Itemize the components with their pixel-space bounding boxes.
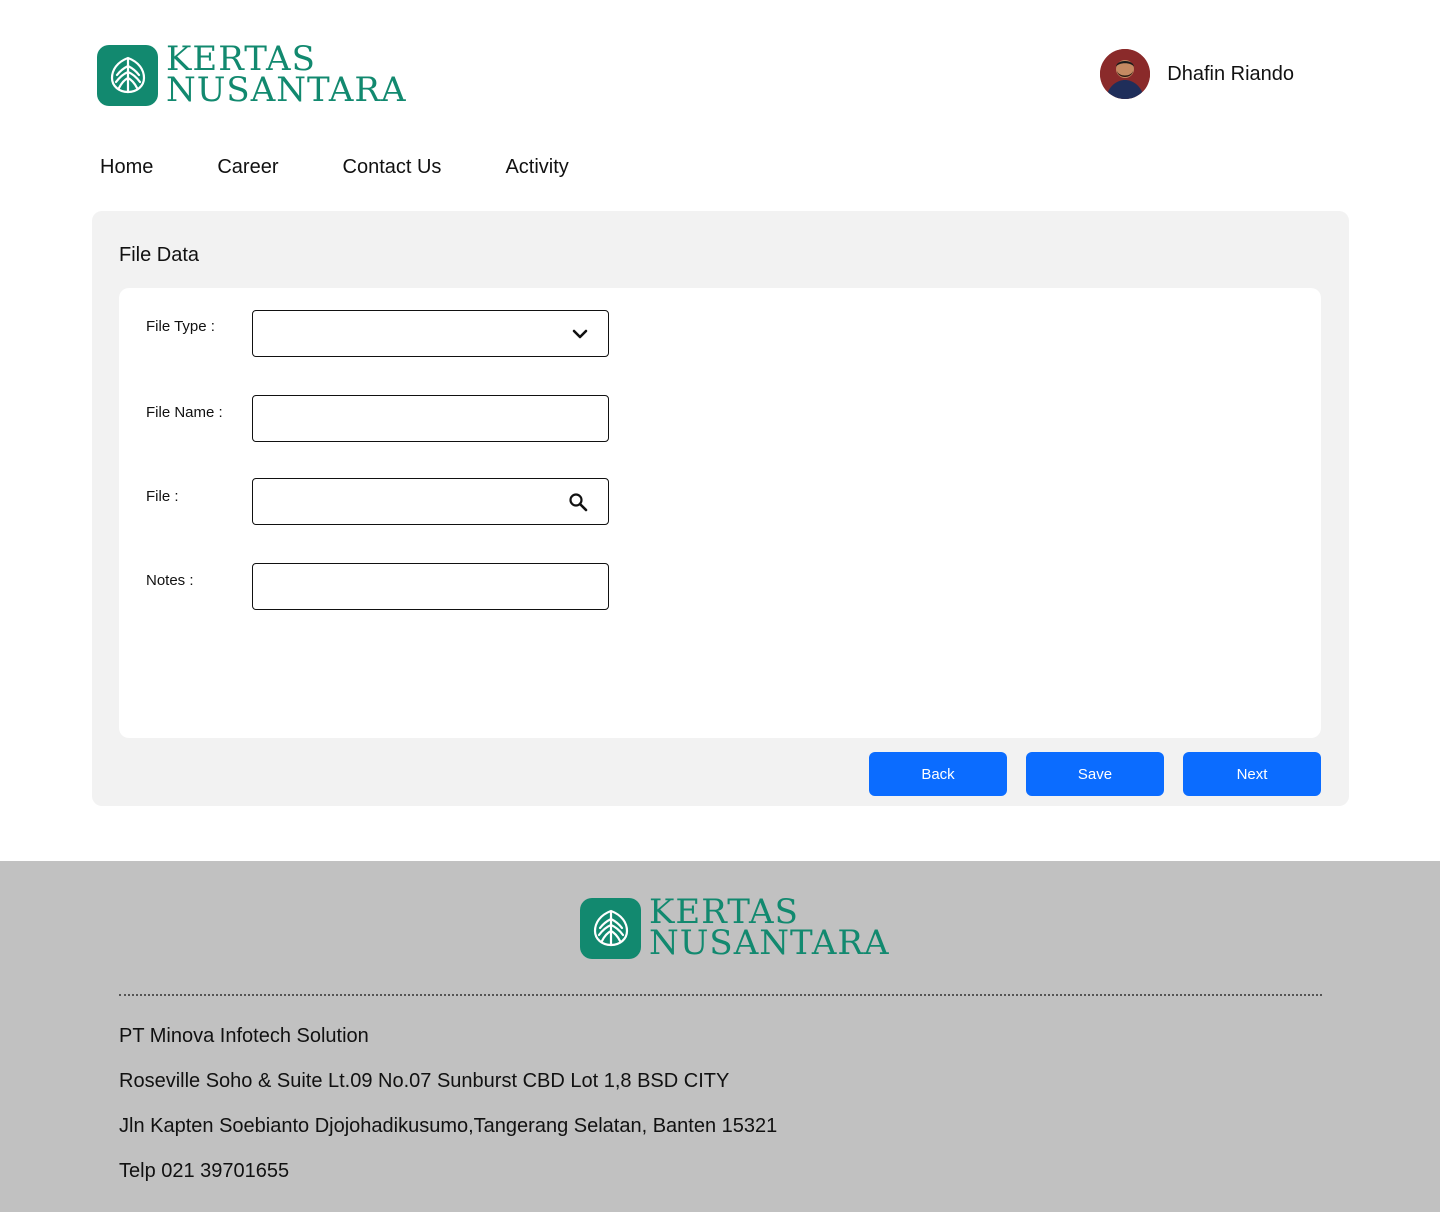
card-title: File Data — [119, 244, 200, 266]
footer-address-line-2: Jln Kapten Soebianto Djojohadikusumo,Tan… — [119, 1115, 778, 1137]
form-actions: Back Save Next — [869, 752, 1321, 796]
header-logo[interactable]: KERTAS NUSANTARA — [97, 42, 407, 110]
leaf-logo-icon — [97, 44, 158, 106]
file-name-input[interactable] — [253, 396, 608, 441]
file-type-label: File Type : — [146, 318, 215, 335]
footer-address-line-1: Roseville Soho & Suite Lt.09 No.07 Sunbu… — [119, 1070, 730, 1092]
file-data-card: File Data File Type : File Name : File :… — [92, 211, 1349, 806]
footer: KERTAS NUSANTARA PT Minova Infotech Solu… — [0, 861, 1440, 1212]
notes-field-box — [252, 563, 609, 610]
footer-company: PT Minova Infotech Solution — [119, 1025, 369, 1047]
file-picker[interactable] — [252, 478, 609, 525]
footer-phone: Telp 021 39701655 — [119, 1160, 290, 1182]
footer-logo-wordmark: KERTAS NUSANTARA — [649, 895, 890, 963]
notes-label: Notes : — [146, 572, 194, 589]
nav-item-home[interactable]: Home — [100, 156, 153, 179]
file-type-select[interactable] — [252, 310, 609, 357]
file-name-field-box — [252, 395, 609, 442]
footer-logo-line-2: NUSANTARA — [649, 923, 890, 963]
user-avatar-icon[interactable] — [1100, 49, 1151, 99]
notes-input[interactable] — [253, 564, 608, 609]
file-name-label: File Name : — [146, 404, 223, 421]
back-button[interactable]: Back — [869, 752, 1007, 796]
chevron-down-icon — [572, 329, 588, 338]
search-icon[interactable] — [568, 492, 588, 512]
leaf-logo-icon — [580, 897, 641, 959]
nav-item-career[interactable]: Career — [217, 156, 278, 179]
main-nav: Home Career Contact Us Activity — [100, 156, 569, 179]
file-label: File : — [146, 488, 179, 505]
logo-wordmark: KERTAS NUSANTARA — [166, 42, 407, 110]
nav-item-activity[interactable]: Activity — [505, 156, 568, 179]
save-button[interactable]: Save — [1026, 752, 1164, 796]
next-button[interactable]: Next — [1183, 752, 1321, 796]
user-name: Dhafin Riando — [1167, 62, 1294, 85]
form-panel: File Type : File Name : File : Notes : — [119, 288, 1321, 738]
footer-logo[interactable]: KERTAS NUSANTARA — [580, 895, 890, 963]
logo-line-2: NUSANTARA — [166, 70, 407, 110]
user-profile[interactable]: Dhafin Riando — [1100, 49, 1294, 99]
nav-item-contact-us[interactable]: Contact Us — [343, 156, 442, 179]
footer-divider — [119, 994, 1322, 996]
